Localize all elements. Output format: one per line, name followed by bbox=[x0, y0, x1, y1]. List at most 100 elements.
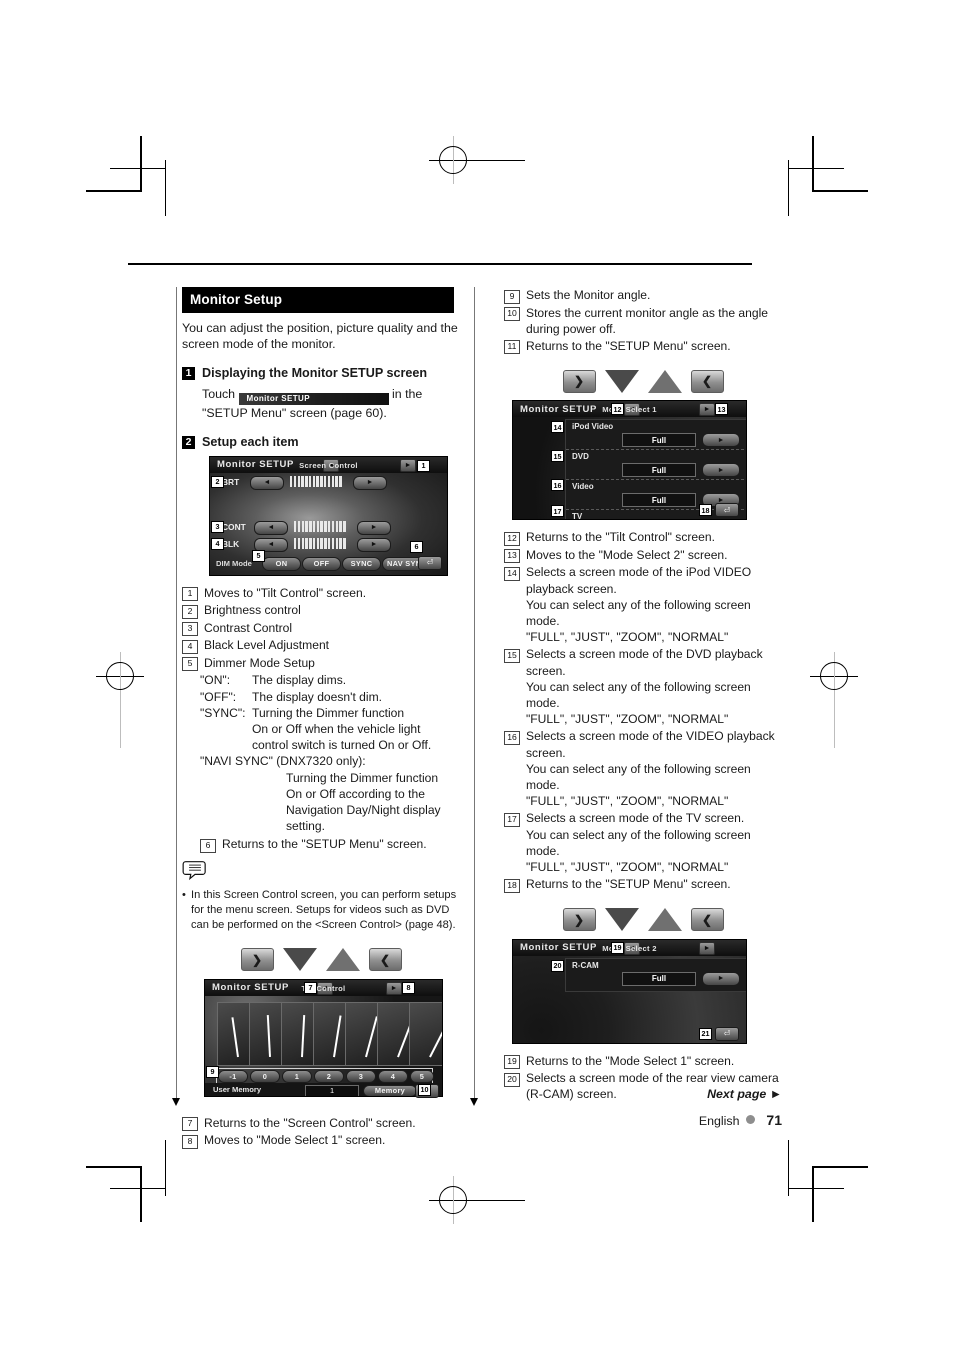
mode-row-ipod-video-next-button[interactable]: ► bbox=[702, 433, 740, 448]
screen-control-return-button[interactable]: ⏎ bbox=[418, 555, 442, 570]
crop-mark-bottom-left-h2 bbox=[110, 1188, 166, 1189]
callout-9-number: 9 bbox=[504, 289, 520, 304]
divider-arrow-left bbox=[172, 1098, 180, 1106]
arrow-right-button-icon: ❯ bbox=[240, 948, 274, 972]
right-column: 9 Sets the Monitor angle. 10 Stores the … bbox=[504, 287, 782, 1104]
crop-mark-top-left-v2 bbox=[165, 160, 166, 216]
footer-page-number: 71 bbox=[766, 1112, 782, 1128]
tilt-angle-button-2[interactable]: 2 bbox=[314, 1069, 344, 1083]
crop-mark-bottom-right-v bbox=[812, 1166, 814, 1222]
callout-12-number: 12 bbox=[504, 531, 520, 546]
tilt-line-1 bbox=[301, 1014, 305, 1057]
dimmer-def-sync-value: Turning the Dimmer function bbox=[252, 705, 405, 720]
arrow-up-triangle-icon-2 bbox=[647, 369, 682, 393]
tilt-control-header: Monitor SETUP 7 ◄ Tilt Control ► 8 bbox=[205, 979, 442, 996]
badge-8: 8 bbox=[402, 981, 415, 994]
mode-row-video-label: Video bbox=[572, 482, 594, 492]
crop-mark-bottom-left-v2 bbox=[165, 1140, 166, 1196]
mode-select-2-return-button[interactable]: ⏎ bbox=[715, 1026, 739, 1041]
dimmer-def-sync-key: "SYNC": bbox=[200, 705, 246, 720]
callout-16-extra-1: You can select any of the following scre… bbox=[526, 761, 751, 793]
tilt-line-2 bbox=[333, 1015, 342, 1057]
dimmer-def-on: "ON": The display dims. bbox=[200, 672, 460, 688]
cont-decrease-button[interactable]: ◄ bbox=[254, 520, 288, 535]
mode-row-ipod-video-value: Full bbox=[622, 433, 696, 448]
callout-8: 8 Moves to "Mode Select 1" screen. bbox=[182, 1132, 460, 1149]
cont-increase-button[interactable]: ► bbox=[357, 520, 391, 535]
memory-button[interactable]: Memory bbox=[363, 1084, 417, 1096]
callout-8-number: 8 bbox=[182, 1134, 198, 1149]
callout-10-number: 10 bbox=[504, 307, 520, 321]
screen-control-next-button[interactable]: ► bbox=[400, 458, 416, 472]
step-2-title: Setup each item bbox=[202, 434, 299, 449]
brt-increase-button[interactable]: ► bbox=[353, 475, 387, 490]
brt-label: BRT bbox=[222, 476, 240, 487]
mode-select-1-header: Monitor SETUP 12 ◄ Mode Select 1 ► 13 bbox=[513, 401, 746, 418]
tilt-angle-button--1[interactable]: -1 bbox=[218, 1069, 248, 1083]
badge-15: 15 bbox=[551, 450, 564, 463]
tilt-angle-button-5[interactable]: 5 bbox=[410, 1069, 434, 1083]
column-divider-left bbox=[176, 287, 177, 1099]
blk-increase-button[interactable]: ► bbox=[357, 537, 391, 552]
callout-4-number: 4 bbox=[182, 639, 198, 654]
mode-select-1-return-button[interactable]: ⏎ bbox=[715, 503, 739, 518]
mode-row-dvd-next-button[interactable]: ► bbox=[702, 463, 740, 478]
callout-1: 1 Moves to "Tilt Control" screen. bbox=[182, 585, 460, 602]
arrow-strip-mode1: ❯ ❮ bbox=[504, 366, 782, 396]
tilt-line-5 bbox=[429, 1019, 442, 1058]
callout-9-text: Sets the Monitor angle. bbox=[526, 288, 651, 302]
callout-1-number: 1 bbox=[182, 587, 198, 602]
callout-6-text: Returns to the "SETUP Menu" screen. bbox=[222, 837, 427, 852]
callout-20-number: 20 bbox=[504, 1072, 520, 1087]
mode-select-1-next-button[interactable]: ► bbox=[699, 403, 715, 417]
step-1-title: Displaying the Monitor SETUP screen bbox=[202, 365, 428, 380]
callout-10-text: Stores the current monitor angle as the … bbox=[526, 305, 769, 336]
note-item: • In this Screen Control screen, you can… bbox=[182, 888, 460, 933]
crop-mark-bottom-left-h bbox=[86, 1166, 142, 1168]
callout-18: 18 Returns to the "SETUP Menu" screen. bbox=[504, 876, 782, 893]
tilt-angle-button-3[interactable]: 3 bbox=[346, 1069, 376, 1083]
arrow-left-button-icon-2: ❮ bbox=[690, 369, 724, 393]
badge-18: 18 bbox=[699, 504, 712, 517]
callout-19: 19 Returns to the "Mode Select 1" screen… bbox=[504, 1053, 782, 1070]
brt-decrease-button[interactable]: ◄ bbox=[250, 475, 284, 490]
mode-select-2-header: Monitor SETUP 19 ◄ Mode Select 2 ► bbox=[513, 939, 746, 956]
callout-19-text: Returns to the "Mode Select 1" screen. bbox=[526, 1053, 735, 1068]
blk-label: BLK bbox=[222, 538, 240, 549]
callout-17-text: Selects a screen mode of the TV screen. bbox=[526, 811, 745, 826]
tilt-control-screenshot: Monitor SETUP 7 ◄ Tilt Control ► 8 9 -1 … bbox=[204, 978, 443, 1097]
callout-17: 17 Selects a screen mode of the TV scree… bbox=[504, 810, 782, 875]
badge-9: 9 bbox=[206, 1065, 219, 1078]
callout-15-number: 15 bbox=[504, 648, 520, 663]
mode-select-1-screenshot: Monitor SETUP 12 ◄ Mode Select 1 ► 13 iP… bbox=[512, 400, 747, 521]
mode-select-2-screenshot: Monitor SETUP 19 ◄ Mode Select 2 ► R-CAM… bbox=[512, 938, 747, 1044]
next-page-link[interactable]: Next page ► bbox=[504, 1087, 782, 1101]
badge-20: 20 bbox=[551, 959, 564, 972]
badge-6: 6 bbox=[410, 540, 423, 553]
tilt-next-button[interactable]: ► bbox=[386, 981, 402, 995]
tilt-angle-button-0[interactable]: 0 bbox=[250, 1069, 280, 1083]
crop-mark-bottom-right-h2 bbox=[788, 1188, 844, 1189]
callout-14-text: Selects a screen mode of the iPod VIDEO … bbox=[526, 565, 752, 596]
callout-19-number: 19 bbox=[504, 1055, 520, 1070]
dim-mode-off-button[interactable]: OFF bbox=[302, 556, 341, 571]
callout-3: 3 Contrast Control bbox=[182, 620, 460, 637]
badge-2: 2 bbox=[211, 475, 224, 488]
badge-4: 4 bbox=[211, 537, 224, 550]
mode-row-rcam-next-button[interactable]: ► bbox=[702, 971, 740, 986]
tilt-angle-button-1[interactable]: 1 bbox=[282, 1069, 312, 1083]
badge-16: 16 bbox=[551, 479, 564, 492]
tilt-angle-button-4[interactable]: 4 bbox=[378, 1069, 408, 1083]
dim-mode-on-button[interactable]: ON bbox=[262, 556, 301, 571]
user-memory-value: 1 bbox=[305, 1084, 359, 1096]
callout-4: 4 Black Level Adjustment bbox=[182, 637, 460, 654]
callout-14-number: 14 bbox=[504, 566, 520, 581]
monitor-setup-keycap[interactable]: Monitor SETUP bbox=[238, 392, 389, 405]
crop-mark-top-left-v bbox=[140, 136, 142, 192]
mode-select-2-next-button[interactable]: ► bbox=[699, 941, 715, 955]
callout-16-text: Selects a screen mode of the VIDEO playb… bbox=[526, 729, 775, 760]
dim-mode-sync-button[interactable]: SYNC bbox=[342, 556, 381, 571]
callout-14-extra-2: "FULL", "JUST", "ZOOM", "NORMAL" bbox=[526, 630, 729, 645]
callout-16-number: 16 bbox=[504, 730, 520, 745]
callout-list-left: 1 Moves to "Tilt Control" screen. 2 Brig… bbox=[182, 585, 460, 672]
